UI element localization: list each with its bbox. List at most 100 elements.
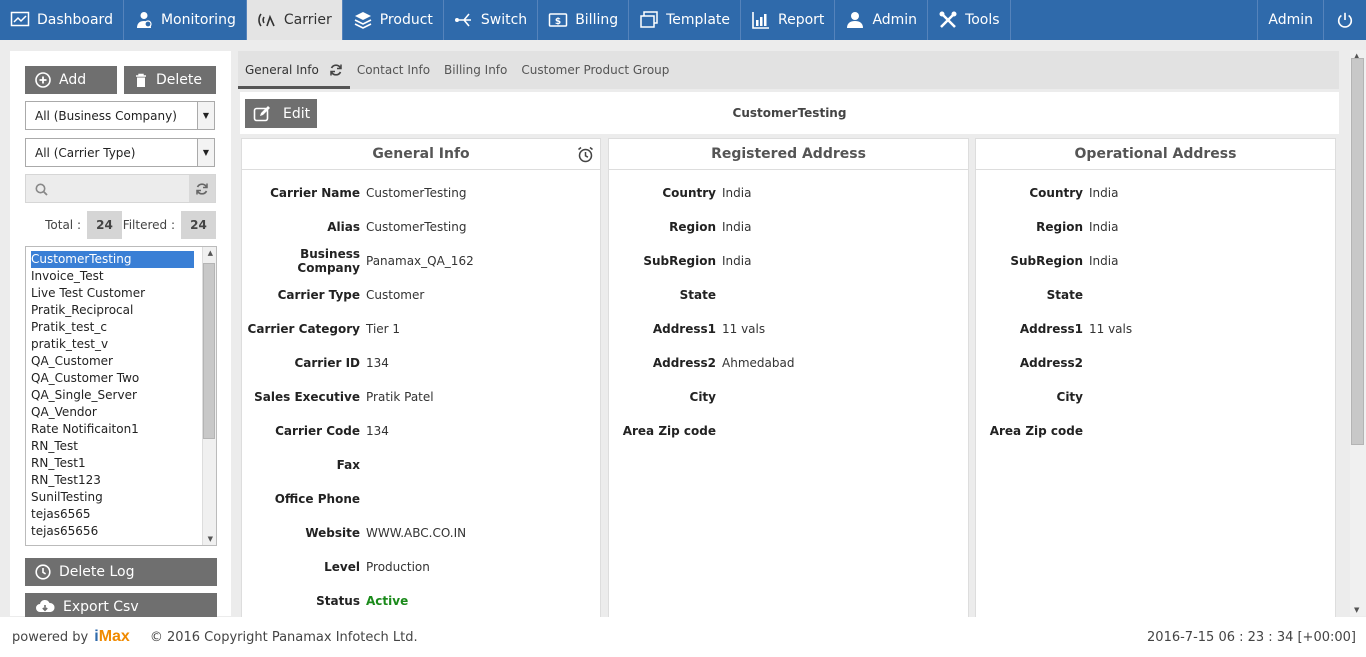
carrier-list-item[interactable]: tejas65656 bbox=[26, 523, 196, 540]
field-label: Carrier Type bbox=[277, 287, 360, 302]
field-value: India bbox=[1089, 185, 1119, 200]
nav-dashboard[interactable]: Dashboard bbox=[0, 0, 124, 40]
tab-contact-info[interactable]: Contact Info bbox=[350, 51, 437, 89]
field-label: Region bbox=[1036, 219, 1083, 234]
carrier-type-select[interactable]: All (Carrier Type) ▼ bbox=[25, 138, 215, 167]
user-name: Admin bbox=[1268, 12, 1313, 28]
tab-billing-info[interactable]: Billing Info bbox=[437, 51, 514, 89]
carrier-list-item[interactable]: RN_Test1 bbox=[26, 455, 196, 472]
registered-address-heading: Registered Address bbox=[609, 139, 968, 170]
field-label: Office Phone bbox=[274, 491, 360, 506]
carrier-list-item[interactable]: QA_Vendor bbox=[26, 404, 196, 421]
carrier-list-item[interactable]: Pratik_test_c bbox=[26, 319, 196, 336]
nav-user-admin[interactable]: Admin bbox=[1257, 0, 1323, 40]
field-row: Carrier Name CustomerTesting bbox=[242, 184, 600, 201]
carrier-list-item[interactable]: SunilTesting bbox=[26, 489, 196, 506]
report-icon bbox=[752, 12, 770, 29]
field-value: Tier 1 bbox=[366, 321, 401, 336]
field-row: City bbox=[609, 388, 968, 405]
field-label: Address2 bbox=[652, 355, 716, 370]
nav-billing[interactable]: $ Billing bbox=[538, 0, 630, 40]
nav-tools[interactable]: Tools bbox=[928, 0, 1011, 40]
carrier-list-item[interactable]: RN_Test123 bbox=[26, 472, 196, 489]
scroll-down-icon[interactable]: ▼ bbox=[1354, 606, 1359, 614]
field-row: Region India bbox=[609, 218, 968, 235]
delete-button-label: Delete bbox=[156, 72, 202, 88]
field-value: Active bbox=[366, 593, 409, 608]
nav-carrier[interactable]: Carrier bbox=[246, 0, 343, 40]
customer-title: CustomerTesting bbox=[732, 106, 847, 120]
carrier-list-item[interactable]: Invoice_Test bbox=[26, 268, 196, 285]
field-value: India bbox=[722, 253, 752, 268]
refresh-icon[interactable] bbox=[329, 63, 343, 77]
carrier-list-item[interactable]: RN_Test bbox=[26, 438, 196, 455]
tab-customer-product-group[interactable]: Customer Product Group bbox=[514, 51, 676, 89]
carrier-list-item[interactable]: QA_Single_Server bbox=[26, 387, 196, 404]
total-count: 24 bbox=[87, 211, 122, 239]
nav-monitoring[interactable]: Monitoring bbox=[124, 0, 247, 40]
carrier-list-item[interactable]: Rate Notificaiton1 bbox=[26, 421, 196, 438]
list-scrollbar-thumb[interactable] bbox=[203, 263, 215, 439]
field-label: State bbox=[1046, 287, 1083, 302]
detail-toolbar: Edit CustomerTesting bbox=[240, 92, 1339, 134]
nav-template[interactable]: Template bbox=[629, 0, 742, 40]
refresh-list-button[interactable] bbox=[189, 175, 215, 202]
field-row: Address2 Ahmedabad bbox=[609, 354, 968, 371]
carrier-list-item[interactable]: CustomerTesting bbox=[30, 250, 195, 269]
dropdown-arrow-icon: ▼ bbox=[197, 139, 214, 166]
nav-switch[interactable]: Switch bbox=[444, 0, 539, 40]
logout-button[interactable] bbox=[1323, 0, 1366, 40]
carrier-list-item[interactable]: QA_Customer bbox=[26, 353, 196, 370]
carrier-list-item[interactable]: Live Test Customer bbox=[26, 285, 196, 302]
field-label: Sales Executive bbox=[254, 389, 360, 404]
field-value: 134 bbox=[366, 423, 389, 438]
field-row: Carrier Code 134 bbox=[242, 422, 600, 439]
add-button[interactable]: Add bbox=[25, 66, 117, 94]
filtered-label: Filtered : bbox=[122, 218, 175, 232]
nav-label: Template bbox=[666, 12, 731, 28]
delete-log-button[interactable]: Delete Log bbox=[25, 558, 217, 586]
carrier-list-item[interactable]: tejas6565 bbox=[26, 506, 196, 523]
field-row: Office Phone bbox=[242, 490, 600, 507]
field-label: Fax bbox=[336, 457, 360, 472]
business-company-select[interactable]: All (Business Company) ▼ bbox=[25, 101, 215, 130]
server-timestamp: 2016-7-15 06 : 23 : 34 [+00:00] bbox=[1147, 629, 1356, 645]
field-row: Fax bbox=[242, 456, 600, 473]
field-value: CustomerTesting bbox=[366, 219, 467, 234]
carrier-list-item[interactable]: Pratik_Reciprocal bbox=[26, 302, 196, 319]
field-row: Level Production bbox=[242, 558, 600, 575]
carrier-type-value: All (Carrier Type) bbox=[35, 145, 136, 160]
list-scrollbar[interactable]: ▲ ▼ bbox=[202, 247, 216, 545]
field-row: Business Company Panamax_QA_162 bbox=[242, 247, 600, 275]
scroll-up-icon[interactable]: ▲ bbox=[208, 249, 213, 257]
page-scrollbar-thumb[interactable] bbox=[1351, 58, 1364, 445]
carrier-list-item[interactable]: pratik_test_v bbox=[26, 336, 196, 353]
top-nav: Dashboard Monitoring Carrier Product Switch $… bbox=[0, 0, 1366, 40]
field-label: Country bbox=[1029, 185, 1083, 200]
nav-report[interactable]: Report bbox=[741, 0, 836, 40]
field-value: India bbox=[722, 219, 752, 234]
field-row: City bbox=[976, 388, 1335, 405]
search-input[interactable] bbox=[25, 174, 216, 203]
scroll-down-icon[interactable]: ▼ bbox=[208, 535, 213, 543]
field-label: SubRegion bbox=[1010, 253, 1083, 268]
field-value: Panamax_QA_162 bbox=[366, 253, 474, 268]
nav-admin[interactable]: Admin bbox=[835, 0, 929, 40]
export-csv-label: Export Csv bbox=[63, 599, 139, 615]
field-label: Carrier Category bbox=[247, 321, 360, 336]
field-label: Level bbox=[324, 559, 360, 574]
field-row: Alias CustomerTesting bbox=[242, 218, 600, 235]
carrier-list-item[interactable]: QA_Customer Two bbox=[26, 370, 196, 387]
field-label: Website bbox=[305, 525, 360, 540]
page-scrollbar[interactable]: ▲ ▼ bbox=[1350, 50, 1366, 616]
alarm-clock-icon[interactable] bbox=[577, 146, 594, 163]
field-value: India bbox=[1089, 219, 1119, 234]
nav-product[interactable]: Product bbox=[343, 0, 444, 40]
field-row: Region India bbox=[976, 218, 1335, 235]
field-label: Alias bbox=[327, 219, 360, 234]
carrier-list[interactable]: CustomerTesting Invoice_Test Live Test Cus… bbox=[25, 246, 217, 546]
tab-general-info[interactable]: General Info bbox=[238, 51, 350, 89]
field-value: Ahmedabad bbox=[722, 355, 795, 370]
delete-button[interactable]: Delete bbox=[124, 66, 216, 94]
switch-icon bbox=[454, 13, 471, 27]
